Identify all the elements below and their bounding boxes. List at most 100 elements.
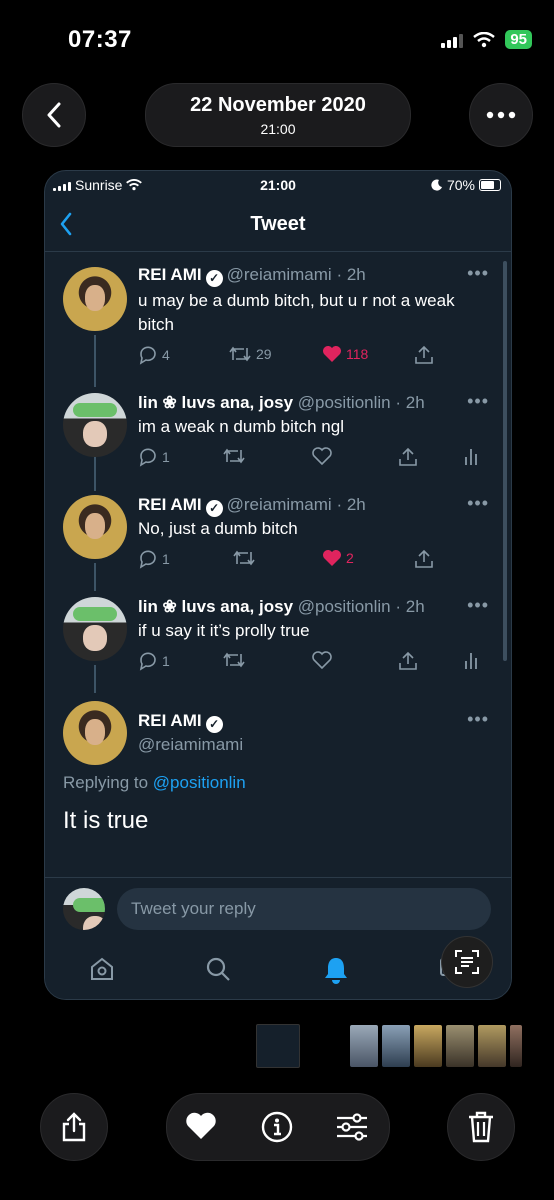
- share-icon: [62, 1112, 86, 1142]
- notifications-bell-icon[interactable]: [323, 956, 349, 984]
- reply-area: Tweet your reply: [45, 877, 511, 999]
- retweet-button[interactable]: [232, 549, 256, 567]
- share-tweet-button[interactable]: [414, 549, 434, 569]
- analytics-button[interactable]: [464, 651, 478, 669]
- thumbnail[interactable]: [382, 1025, 410, 1067]
- inner-status-bar: Sunrise 21:00 70%: [45, 171, 511, 199]
- tweet-text: u may be a dumb bitch, but u r not a wea…: [138, 291, 455, 334]
- thumbnail[interactable]: [350, 1025, 378, 1067]
- analytics-button[interactable]: [464, 447, 478, 465]
- avatar[interactable]: [63, 495, 127, 559]
- tweet-more-icon[interactable]: •••: [467, 391, 489, 412]
- sliders-icon[interactable]: [335, 1111, 369, 1143]
- search-icon[interactable]: [205, 956, 231, 982]
- moon-icon: [431, 179, 442, 191]
- wifi-icon: [473, 31, 496, 47]
- thumbnail-strip[interactable]: [256, 1024, 522, 1068]
- like-button[interactable]: [312, 447, 332, 465]
- retweet-button[interactable]: [222, 447, 246, 465]
- avatar[interactable]: [63, 393, 127, 457]
- battery-icon: [479, 179, 501, 191]
- verified-icon: ✓: [205, 500, 223, 517]
- reply-input[interactable]: Tweet your reply: [117, 888, 491, 930]
- reply-button[interactable]: 1: [138, 447, 170, 467]
- chevron-left-icon: [47, 102, 61, 128]
- share-tweet-button[interactable]: [414, 345, 434, 365]
- heart-icon: [312, 447, 332, 465]
- tweet-time: · 2h: [395, 597, 425, 616]
- thumbnail[interactable]: [414, 1025, 442, 1067]
- replying-to: Replying to @positionlin: [63, 773, 246, 793]
- header-time: 21:00: [260, 120, 296, 137]
- home-icon[interactable]: [89, 956, 115, 982]
- heart-icon: [312, 651, 332, 669]
- reply-count: 4: [162, 347, 170, 363]
- tweet-nav-bar: Tweet: [45, 201, 511, 252]
- avatar[interactable]: [63, 597, 127, 661]
- avatar[interactable]: [63, 701, 127, 765]
- tweet-actions: 1: [138, 651, 498, 673]
- tweet-time: · 2h: [336, 495, 366, 514]
- nav-title: Tweet: [250, 213, 306, 235]
- thread-line: [94, 665, 96, 693]
- reply-count: 1: [162, 653, 170, 669]
- action-pill: [166, 1093, 390, 1161]
- thumbnail[interactable]: [478, 1025, 506, 1067]
- tweet-text: No, just a dumb bitch: [138, 519, 298, 538]
- heart-icon[interactable]: [185, 1111, 217, 1141]
- reply-icon: [139, 346, 156, 365]
- like-button[interactable]: [312, 651, 332, 669]
- share-tweet-button[interactable]: [398, 651, 418, 671]
- analytics-icon: [465, 449, 477, 465]
- share-icon: [399, 447, 417, 466]
- thumbnail[interactable]: [304, 1025, 346, 1067]
- reply-button[interactable]: 4: [138, 345, 170, 365]
- like-button[interactable]: 2: [322, 549, 354, 567]
- header-date: 22 November 2020: [190, 93, 366, 116]
- trash-icon: [469, 1111, 493, 1143]
- live-text-button[interactable]: [441, 936, 493, 988]
- reply-count: 1: [162, 449, 170, 465]
- share-icon: [415, 345, 433, 364]
- avatar[interactable]: [63, 267, 127, 331]
- retweet-button[interactable]: [222, 651, 246, 669]
- text-scan-icon: [455, 950, 479, 974]
- scrollbar[interactable]: [503, 261, 507, 661]
- reply-button[interactable]: 1: [138, 549, 170, 569]
- tweet-handle: @positionlin: [297, 393, 391, 412]
- thumbnail[interactable]: [446, 1025, 474, 1067]
- tweet-author-name: lin ❀ luvs ana, josy: [138, 393, 294, 412]
- date-header: 22 November 2020 21:00: [145, 83, 411, 147]
- back-button[interactable]: [22, 83, 86, 147]
- retweet-icon: [229, 346, 251, 362]
- tweet-time: · 2h: [336, 265, 366, 284]
- like-count: 2: [346, 550, 354, 566]
- reply-count: 1: [162, 551, 170, 567]
- delete-button[interactable]: [447, 1093, 515, 1161]
- tweet-more-icon[interactable]: •••: [467, 493, 489, 514]
- retweet-icon: [223, 448, 245, 464]
- info-icon[interactable]: [261, 1111, 293, 1143]
- replying-to-label: Replying to: [63, 773, 149, 792]
- verified-icon: ✓: [205, 716, 223, 733]
- screenshot-preview[interactable]: Sunrise 21:00 70% Tweet REI AMI ✓ @reiam…: [44, 170, 512, 1000]
- tweet-handle: @positionlin: [297, 597, 391, 616]
- tweet-handle: @reiamimami: [226, 265, 332, 284]
- reply-button[interactable]: 1: [138, 651, 170, 671]
- status-icons: 95: [441, 30, 532, 49]
- thumbnail-current[interactable]: [256, 1024, 300, 1068]
- verified-icon: ✓: [205, 270, 223, 287]
- tweet-more-icon[interactable]: •••: [467, 263, 489, 284]
- replying-to-link[interactable]: @positionlin: [153, 773, 246, 792]
- more-button[interactable]: [469, 83, 533, 147]
- tweet-more-icon[interactable]: •••: [467, 709, 489, 730]
- retweet-button[interactable]: 29: [228, 345, 272, 363]
- share-icon: [399, 651, 417, 670]
- main-tweet-text: It is true: [63, 807, 149, 834]
- share-button[interactable]: [40, 1093, 108, 1161]
- thumbnail[interactable]: [510, 1025, 522, 1067]
- tweet-more-icon[interactable]: •••: [467, 595, 489, 616]
- share-tweet-button[interactable]: [398, 447, 418, 467]
- like-button[interactable]: 118: [322, 345, 368, 363]
- main-tweet[interactable]: REI AMI ✓ @reiamimami ••• Replying to @po…: [45, 697, 511, 877]
